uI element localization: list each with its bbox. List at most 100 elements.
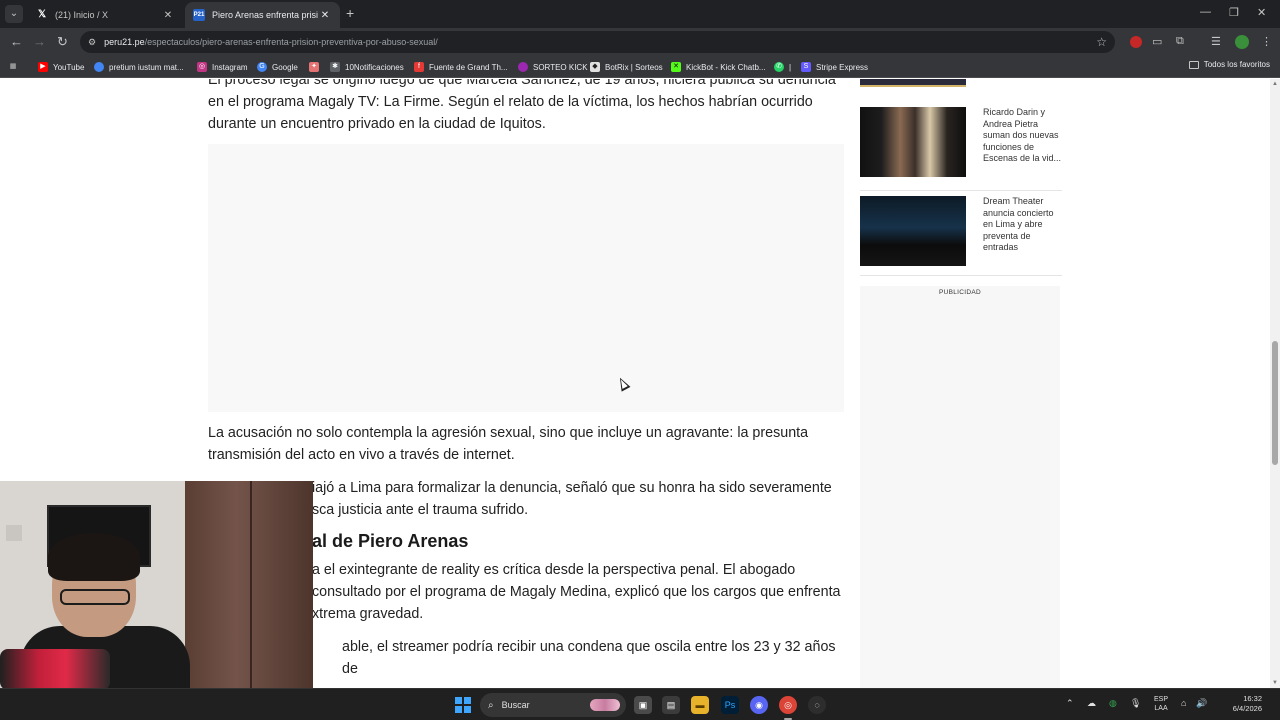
- bookmark-10notificaciones[interactable]: ✱ 10Notificaciones: [330, 60, 404, 74]
- restore-icon[interactable]: ❐: [1229, 6, 1239, 19]
- taskbar-search[interactable]: ⌕ Buscar: [480, 693, 626, 717]
- kickbot-icon: ✕: [671, 62, 681, 72]
- webcam-background-cabinet: [185, 481, 313, 690]
- kick-icon: [518, 62, 528, 72]
- puzzle-piece-icon: ✦: [309, 62, 319, 72]
- close-tab-icon[interactable]: ✕: [161, 10, 175, 21]
- all-bookmarks-button[interactable]: Todos los favoritos: [1188, 60, 1270, 69]
- task-view-icon[interactable]: ▣: [634, 696, 652, 714]
- extensions-puzzle-icon[interactable]: ⧉: [1176, 35, 1184, 48]
- bookmark-pretium[interactable]: pretium iustum mat...: [94, 60, 184, 74]
- article-paragraph: El proceso legal se originó luego de que…: [208, 79, 836, 132]
- url-domain: peru21.pe: [104, 37, 145, 47]
- bookmark-botrix[interactable]: ◆ BotRix | Sorteos: [590, 60, 663, 74]
- related-article-thumbnail[interactable]: [860, 107, 966, 177]
- chrome-taskbar-icon[interactable]: ◎: [779, 696, 797, 714]
- bookmark-label: YouTube: [53, 62, 85, 72]
- related-article-thumbnail[interactable]: [860, 79, 966, 87]
- related-article-caption[interactable]: Dream Theater anuncia concierto en Lima …: [983, 196, 1063, 254]
- keyboard-layout: LAA: [1154, 705, 1168, 712]
- language-code: ESP: [1154, 696, 1169, 703]
- taskbar-app-icon[interactable]: ◌: [808, 696, 826, 714]
- bookmark-stripe[interactable]: S Stripe Express: [801, 60, 868, 74]
- discord-icon[interactable]: ◉: [750, 696, 768, 714]
- ad-label: PUBLICIDAD: [938, 289, 981, 296]
- bookmark-label: |: [789, 62, 792, 72]
- microphone-icon[interactable]: 🎙: [1130, 698, 1141, 709]
- reading-list-icon[interactable]: ☰: [1211, 35, 1221, 48]
- minimize-icon[interactable]: —: [1200, 6, 1211, 18]
- bookmark-label: BotRix | Sorteos: [605, 62, 663, 72]
- address-bar[interactable]: ⚙ peru21.pe/espectaculos/piero-arenas-en…: [80, 31, 1115, 53]
- file-explorer-icon[interactable]: ▬: [691, 696, 709, 714]
- scroll-up-arrow-icon[interactable]: ▲: [1272, 81, 1278, 87]
- related-article-thumbnail[interactable]: [860, 196, 966, 266]
- scrollbar-thumb[interactable]: [1272, 341, 1278, 465]
- bookmark-label: KickBot - Kick Chatb...: [686, 62, 766, 72]
- more-menu-icon[interactable]: ⋮: [1261, 35, 1272, 48]
- system-clock[interactable]: 16:32 6/4/2026: [1212, 694, 1262, 714]
- bookmark-sorteo-kick[interactable]: SORTEO KICK: [518, 60, 588, 74]
- ad-placeholder: [208, 144, 844, 412]
- instagram-icon: ◎: [197, 62, 207, 72]
- bookmark-label: SORTEO KICK: [533, 62, 588, 72]
- language-indicator[interactable]: ESP LAA: [1154, 695, 1168, 713]
- fandom-icon: f: [414, 62, 424, 72]
- photoshop-icon[interactable]: Ps: [721, 696, 739, 714]
- youtube-icon: ▶: [38, 62, 48, 72]
- clock-date: 6/4/2026: [1232, 704, 1262, 713]
- folder-icon: [1188, 60, 1199, 69]
- bookmark-google[interactable]: G Google: [257, 60, 298, 74]
- peru21-favicon-icon: P21: [193, 9, 205, 21]
- onedrive-icon[interactable]: ☁: [1087, 698, 1096, 709]
- search-icon: ⌕: [488, 699, 494, 711]
- bookmark-instagram[interactable]: ◎ Instagram: [197, 60, 248, 74]
- apps-grid-icon[interactable]: ▦: [8, 60, 23, 74]
- bookmark-whatsapp[interactable]: ✆ |: [774, 60, 791, 74]
- x-logo-icon: 𝕏: [37, 9, 47, 20]
- bookmarks-bar: ▦ ▶ YouTube pretium iustum mat... ◎ Instag…: [0, 56, 1280, 78]
- tab-peru21-article[interactable]: P21 Piero Arenas enfrenta prisión p ✕: [185, 2, 340, 28]
- tray-app-icon[interactable]: ◍: [1109, 698, 1117, 709]
- chevron-up-icon[interactable]: ⌃: [1066, 698, 1074, 709]
- tab-search-menu-icon[interactable]: ⌄: [5, 5, 23, 23]
- bookmark-label: pretium iustum mat...: [109, 62, 184, 72]
- article-paragraph: La acusación no solo contempla la agresi…: [208, 425, 809, 463]
- new-tab-button[interactable]: +: [346, 5, 354, 21]
- back-arrow-icon[interactable]: ←: [10, 34, 23, 50]
- network-icon[interactable]: ⌂: [1181, 698, 1186, 708]
- tab-x-inicio[interactable]: 𝕏 (21) Inicio / X ✕: [28, 2, 183, 28]
- extension-badge-icon[interactable]: [1130, 36, 1142, 48]
- tab-title: Piero Arenas enfrenta prisión p: [212, 10, 318, 20]
- site-info-icon[interactable]: ⚙: [88, 37, 96, 48]
- reload-icon[interactable]: ↻: [57, 34, 68, 50]
- divider: [860, 190, 1062, 191]
- toolbar: ← → ↻ ⚙ peru21.pe/espectaculos/piero-are…: [0, 28, 1280, 56]
- scroll-down-arrow-icon[interactable]: ▼: [1272, 680, 1278, 686]
- windows-start-icon[interactable]: [455, 697, 471, 713]
- chrome-icon: [94, 62, 104, 72]
- forward-arrow-icon[interactable]: →: [33, 34, 46, 50]
- taskbar-app-icon[interactable]: ▤: [662, 696, 680, 714]
- bookmark-puzzle[interactable]: ✦: [309, 60, 324, 74]
- page-scrollbar[interactable]: ▲ ▼: [1270, 79, 1280, 688]
- bookmark-kickbot[interactable]: ✕ KickBot - Kick Chatb...: [671, 60, 766, 74]
- article-subheading: al de Piero Arenas: [312, 531, 469, 551]
- bookmark-fuente-gta[interactable]: f Fuente de Grand Th...: [414, 60, 508, 74]
- bookmark-star-icon[interactable]: ☆: [1096, 35, 1107, 49]
- volume-icon[interactable]: 🔊: [1196, 698, 1207, 709]
- url-path: /espectaculos/piero-arenas-enfrenta-pris…: [144, 37, 438, 47]
- tab-title: (21) Inicio / X: [55, 10, 109, 20]
- divider: [860, 275, 1062, 276]
- windows-taskbar: ⌕ Buscar ▣ ▤ ▬ Ps ◉ ◎ ◌ ⌃ ☁ ◍ 🎙 ESP LAA …: [0, 688, 1280, 720]
- whatsapp-icon: ✆: [774, 62, 784, 72]
- bookmark-youtube[interactable]: ▶ YouTube: [38, 60, 84, 74]
- related-article-caption[interactable]: Ricardo Darin y Andrea Pietra suman dos …: [983, 107, 1063, 165]
- extension-icon[interactable]: ▭: [1152, 35, 1162, 48]
- webcam-person-hair: [48, 533, 140, 581]
- close-window-icon[interactable]: ✕: [1257, 6, 1266, 19]
- webcam-background-detail: [250, 481, 252, 690]
- profile-avatar-icon[interactable]: [1235, 35, 1249, 49]
- close-tab-icon[interactable]: ✕: [318, 10, 332, 21]
- bookmark-label: Google: [272, 62, 298, 72]
